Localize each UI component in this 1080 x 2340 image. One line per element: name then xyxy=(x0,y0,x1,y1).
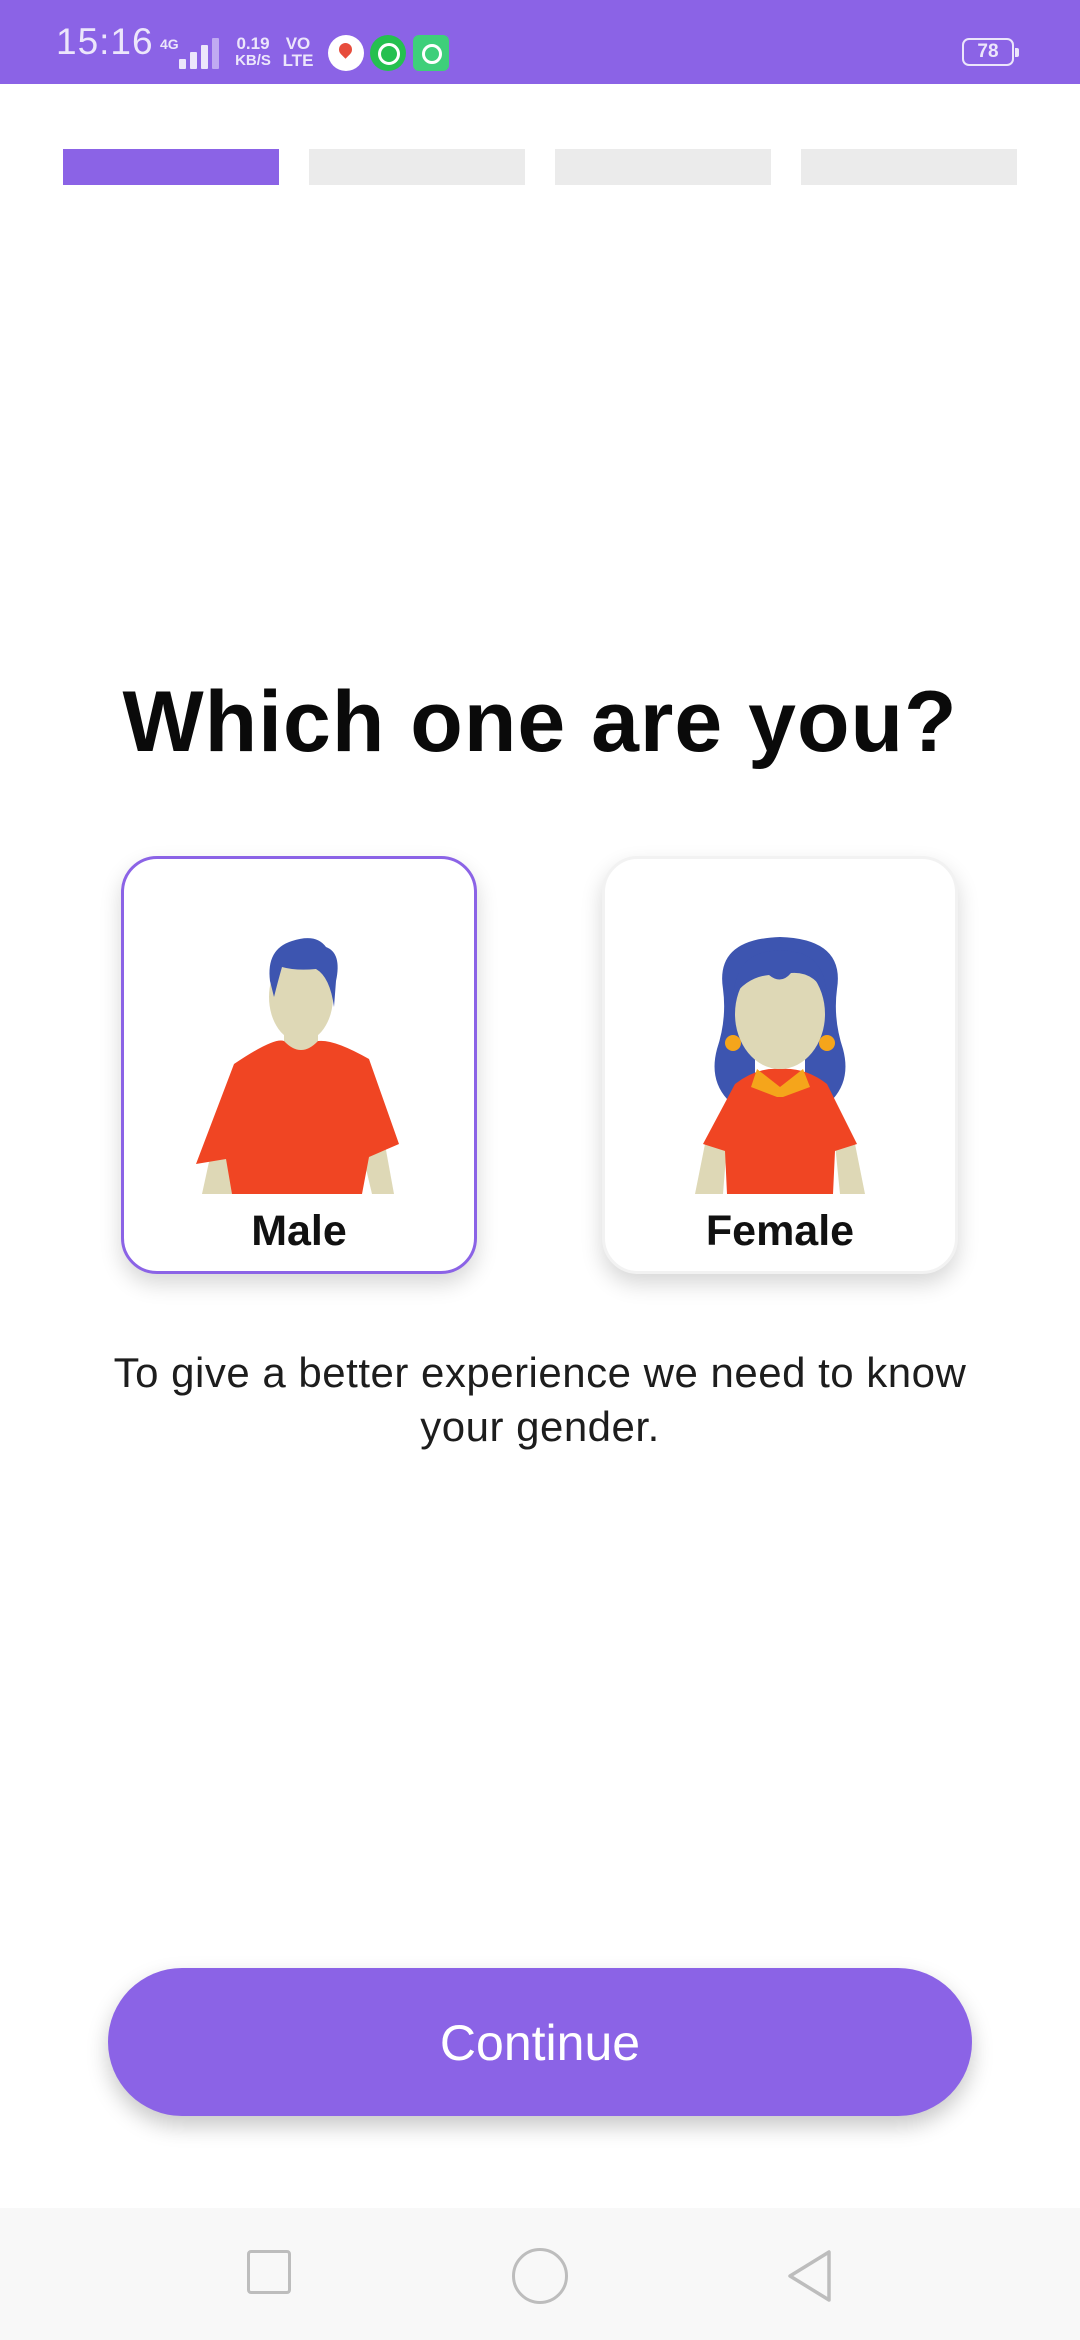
signal-icon xyxy=(177,37,221,69)
network-speed: 0.19 KB/S xyxy=(232,35,274,69)
male-option-card[interactable]: Male xyxy=(121,856,477,1274)
status-bar: 15:16 4G 0.19 KB/S VO LTE 78 xyxy=(0,0,1080,84)
progress-step-1 xyxy=(63,149,279,185)
back-icon[interactable] xyxy=(784,2248,840,2304)
whatsapp-icon xyxy=(370,35,406,71)
maps-icon xyxy=(328,35,364,71)
network-speed-unit: KB/S xyxy=(235,52,271,69)
male-avatar-icon xyxy=(196,938,399,1194)
chat-icon xyxy=(413,35,449,71)
female-option-label: Female xyxy=(705,1207,855,1255)
progress-step-3 xyxy=(555,149,771,185)
page-title: Which one are you? xyxy=(122,674,958,770)
gender-explanation-text: To give a better experience we need to k… xyxy=(113,1349,967,1450)
progress-step-2 xyxy=(309,149,525,185)
progress-steps xyxy=(63,149,1017,185)
recents-icon[interactable] xyxy=(247,2250,291,2294)
network-type: 4G xyxy=(160,36,179,52)
status-time: 15:16 xyxy=(56,21,154,62)
volte-indicator: VO LTE xyxy=(280,35,316,69)
continue-button[interactable]: Continue xyxy=(108,1968,972,2116)
male-option-label: Male xyxy=(251,1207,347,1255)
progress-step-4 xyxy=(801,149,1017,185)
home-icon[interactable] xyxy=(512,2248,568,2304)
female-option-card[interactable]: Female xyxy=(602,856,958,1274)
system-nav-bar xyxy=(0,2208,1080,2340)
network-speed-value: 0.19 xyxy=(236,34,270,53)
female-avatar-icon xyxy=(695,937,865,1194)
battery-icon: 78 xyxy=(962,38,1019,66)
volte-bottom: LTE xyxy=(282,51,314,70)
volte-top: VO xyxy=(285,34,311,53)
